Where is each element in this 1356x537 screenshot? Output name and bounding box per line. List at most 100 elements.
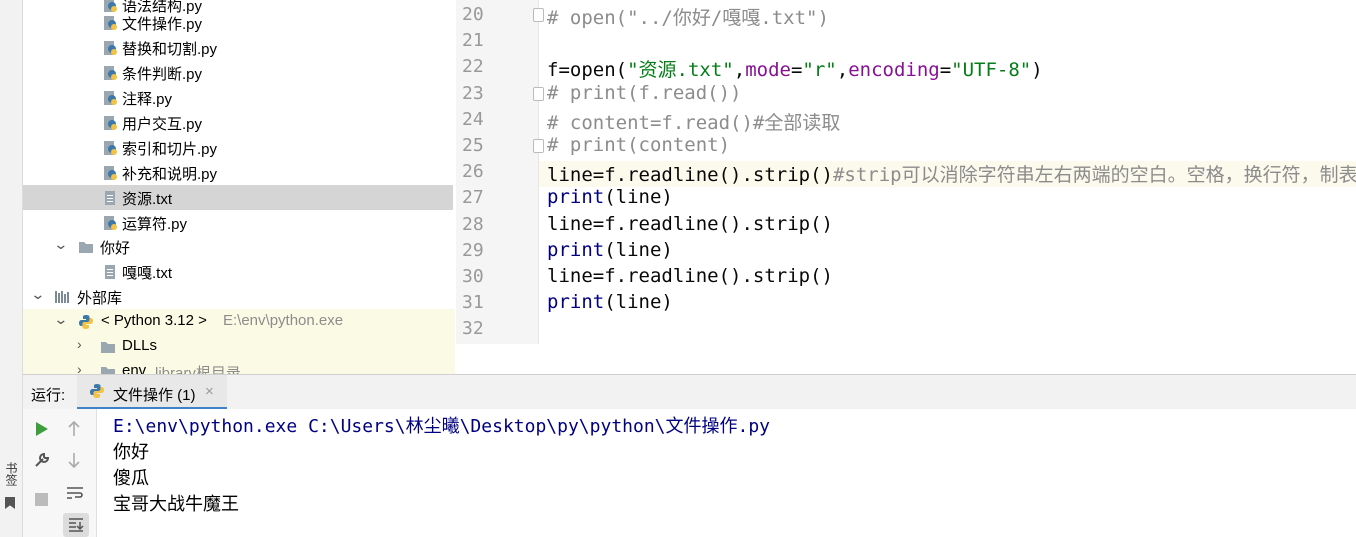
code-token: #strip可以消除字符串左右两端的空白。空格，换行符，制表符 — [832, 164, 1356, 187]
code-token: = — [790, 59, 803, 82]
code-token: open — [569, 59, 616, 82]
code-line[interactable]: # content=f.read()#全部读取 — [547, 108, 840, 135]
close-icon[interactable]: × — [205, 383, 214, 400]
code-line[interactable]: line=f.readline().strip() — [547, 265, 833, 287]
console-output-line: 傻瓜 — [113, 468, 149, 489]
tree-item-external-libraries[interactable]: ⌄ 外部库 — [23, 284, 455, 309]
code-token: (line) — [604, 186, 673, 209]
tree-item-label: 资源.txt — [122, 191, 173, 208]
bookmarks-tab-label[interactable]: 书签 — [3, 462, 19, 486]
tree-item-folder[interactable]: ⌄ 你好 — [23, 234, 455, 259]
tree-item-label: 你好 — [100, 240, 131, 257]
chevron-down-icon[interactable]: ⌄ — [53, 311, 68, 328]
python-file-icon — [104, 41, 117, 55]
code-line[interactable]: # open("../你好/嘎嘎.txt") — [547, 3, 829, 30]
run-config-tab[interactable]: 文件操作 (1) × — [77, 375, 227, 410]
tree-item-label: 文件操作.py — [122, 16, 203, 33]
console-output-line: 宝哥大战牛魔王 — [113, 494, 239, 515]
folder-icon — [79, 242, 93, 253]
code-token: print — [547, 291, 605, 314]
tree-item-file[interactable]: 运算符.py — [23, 210, 455, 235]
tree-item-file[interactable]: 注释.py — [23, 85, 455, 110]
line-number: 20 — [462, 4, 484, 25]
arrow-up-icon[interactable] — [67, 421, 81, 437]
arrow-down-icon[interactable] — [67, 452, 81, 468]
fold-marker-icon[interactable] — [533, 8, 544, 22]
chevron-down-icon[interactable]: ⌄ — [30, 286, 45, 303]
line-number: 24 — [462, 108, 484, 130]
chevron-right-icon[interactable]: › — [77, 361, 82, 374]
python-file-icon — [104, 141, 117, 155]
project-tree: 语法结构.py 文件操作.py 替换和切割.py 条件判断.py 注释.py 用… — [23, 0, 455, 374]
tree-item-file[interactable]: 文件操作.py — [23, 10, 455, 35]
fold-marker-icon[interactable] — [533, 86, 544, 101]
soft-wrap-icon[interactable] — [66, 485, 84, 501]
tree-item-label: 嘎嘎.txt — [122, 265, 173, 282]
tree-item-label: 注释.py — [122, 91, 173, 108]
run-console[interactable]: E:\env\python.exe C:\Users\林尘曦\Desktop\p… — [97, 409, 1356, 537]
tree-item-hint: library根目录 — [155, 365, 241, 374]
tree-item-label: 用户交互.py — [122, 116, 203, 133]
tree-item-folder[interactable]: › DLLs — [23, 334, 455, 359]
code-line[interactable]: line=f.readline().strip() — [547, 213, 833, 235]
code-token: mode — [745, 59, 791, 82]
line-number: 22 — [462, 56, 484, 78]
folder-icon — [101, 367, 115, 374]
tree-item-label: 运算符.py — [122, 216, 188, 233]
python-file-icon — [104, 216, 117, 230]
code-token: (line) — [604, 238, 673, 261]
run-panel-title: 运行: — [31, 387, 66, 404]
tree-item-python-sdk[interactable]: ⌄ < Python 3.12 > E:\env\python.exe — [23, 309, 455, 334]
run-toolbar — [23, 409, 97, 537]
stop-icon[interactable] — [35, 493, 48, 506]
line-number: 27 — [462, 187, 484, 209]
code-line[interactable]: print(line) — [547, 239, 673, 261]
tree-item-label: 补充和说明.py — [122, 166, 218, 183]
bookmark-icon[interactable] — [5, 497, 15, 509]
tree-item-file[interactable]: 替换和切割.py — [23, 35, 455, 60]
tree-item-label: < Python 3.12 > — [101, 312, 207, 329]
code-editor[interactable]: 20 21 22 23 24 25 26 27 28 29 30 31 32 # open("../你好… — [456, 0, 1356, 344]
tree-item-hint: E:\env\python.exe — [223, 312, 344, 329]
wrench-icon[interactable] — [33, 451, 51, 469]
tree-item-file[interactable]: 嘎嘎.txt — [23, 259, 455, 284]
tree-item-file[interactable]: 用户交互.py — [23, 110, 455, 135]
code-token: f= — [547, 59, 570, 82]
chevron-down-icon[interactable]: ⌄ — [53, 236, 68, 253]
code-token: (line) — [604, 291, 673, 314]
code-token: ) — [1031, 59, 1043, 82]
code-line[interactable]: # print(content) — [547, 134, 730, 156]
code-line[interactable]: print(line) — [547, 291, 673, 313]
code-line[interactable]: line=f.readline().strip()#strip可以消除字符串左右… — [547, 160, 1356, 187]
code-token: "资源.txt" — [627, 59, 734, 82]
scroll-to-end-icon — [69, 518, 84, 532]
chevron-right-icon[interactable]: › — [77, 336, 82, 352]
rerun-icon[interactable] — [35, 421, 49, 437]
code-token: # open("../你好/嘎嘎.txt") — [547, 7, 829, 29]
fold-marker-icon[interactable] — [533, 139, 544, 153]
code-token: # print(content) — [547, 134, 731, 156]
folder-icon — [101, 342, 115, 353]
tree-item-file[interactable]: 索引和切片.py — [23, 135, 455, 160]
tree-item-folder[interactable]: › env library根目录 — [23, 359, 455, 374]
line-number-gutter: 20 21 22 23 24 25 26 27 28 29 30 31 32 — [456, 0, 539, 344]
code-line[interactable]: f=open("资源.txt",mode="r",encoding="UTF-8… — [547, 55, 1043, 82]
tree-item-file-selected[interactable]: 资源.txt — [23, 185, 453, 210]
code-token: encoding — [848, 59, 940, 82]
tree-item-file[interactable]: 条件判断.py — [23, 60, 455, 85]
scroll-to-end-button[interactable] — [63, 513, 89, 537]
text-file-icon — [105, 191, 115, 205]
python-file-icon — [104, 116, 117, 130]
console-output-line: 你好 — [113, 442, 149, 463]
run-tab-label: 文件操作 (1) — [113, 387, 196, 404]
python-file-icon — [104, 166, 117, 180]
line-number: 28 — [462, 213, 484, 235]
code-line[interactable]: # print(f.read()) — [547, 82, 741, 104]
code-token: ( — [615, 59, 628, 82]
code-token: = — [939, 59, 952, 82]
text-file-icon — [105, 265, 115, 279]
python-file-icon — [104, 16, 117, 30]
code-line[interactable]: print(line) — [547, 186, 673, 208]
code-token: line=f.readline().strip() — [547, 164, 833, 187]
tree-item-file[interactable]: 补充和说明.py — [23, 160, 455, 185]
